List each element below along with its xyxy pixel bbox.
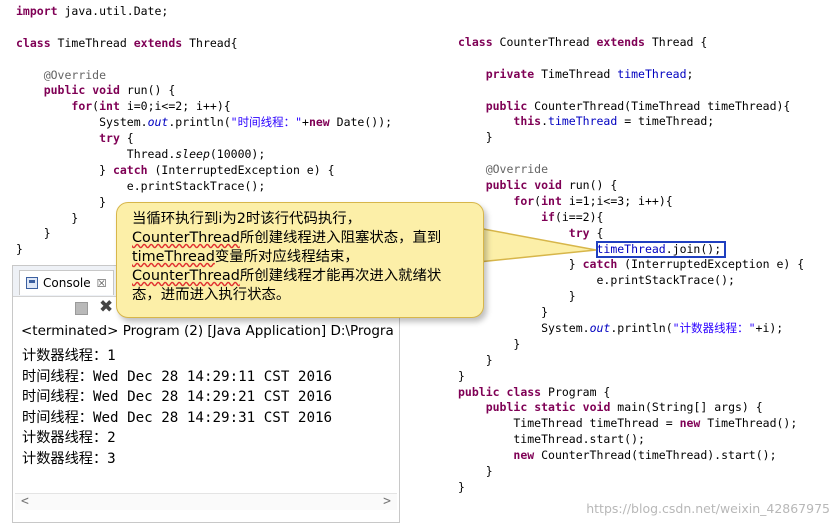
right-code-line: class CounterThread extends Thread { (458, 35, 708, 49)
console-output[interactable]: 计数器线程：1 时间线程：Wed Dec 28 14:29:11 CST 2016… (22, 346, 332, 470)
right-code-line (458, 83, 804, 99)
join-call-highlight-box (596, 241, 726, 258)
counterthread-program-source-code: class CounterThread extends Thread { pri… (458, 35, 804, 496)
terminate-button[interactable] (75, 302, 88, 315)
left-code-line: System.out.println("时间线程："+new Date()); (16, 115, 393, 130)
left-code-line (16, 52, 392, 68)
console-tab-label: Console (43, 276, 91, 290)
callout-line: 态，进而进入执行状态。 (132, 287, 291, 303)
right-code-line: private TimeThread timeThread; (485, 66, 694, 81)
callout-line: CounterThread所创建线程进入阻塞状态，直到 (132, 230, 442, 246)
scroll-right-arrow-icon[interactable]: > (383, 494, 391, 509)
console-output-line: 时间线程：Wed Dec 28 14:29:31 CST 2016 (22, 409, 333, 426)
left-code-line: try { (99, 131, 134, 146)
left-code-line (16, 20, 392, 36)
watermark: https://blog.csdn.net/weixin_42867975 (586, 501, 830, 516)
left-code-line: import java.util.Date; (16, 4, 169, 18)
right-code-line: e.printStackTrace(); (458, 273, 735, 288)
callout-line: timeThread变量所对应线程结束， (132, 249, 359, 265)
right-code-line: } (458, 368, 465, 383)
right-code-line: this.timeThread = timeThread; (513, 114, 715, 129)
console-output-line: 计数器线程：1 (22, 348, 116, 364)
right-code-line: } (458, 130, 493, 145)
right-code-line: TimeThread timeThread = new TimeThread()… (458, 416, 798, 431)
right-code-line: } (458, 479, 465, 494)
left-code-line: Thread.sleep(10000); (16, 147, 266, 162)
console-output-line: 计数器线程：3 (22, 450, 116, 467)
right-code-line: System.out.println("计数器线程："+i); (458, 321, 784, 336)
console-output-line: 计数器线程：2 (22, 430, 116, 447)
left-code-line: @Override (43, 67, 107, 82)
callout-line: CounterThread所创建线程才能再次进入就绪状 (132, 268, 442, 284)
right-code-line: public class Program { (458, 384, 611, 399)
callout-line: 当循环执行到i为2时该行代码执行， (132, 211, 362, 227)
console-output-line: 时间线程：Wed Dec 28 14:29:11 CST 2016 (22, 368, 333, 385)
right-code-line: public CounterThread(TimeThread timeThre… (485, 98, 791, 113)
explanation-callout: 当循环执行到i为2时该行代码执行， CounterThread所创建线程进入阻塞状… (116, 202, 484, 318)
horizontal-scrollbar[interactable]: < > (15, 493, 397, 510)
left-code-line: for(int i=0;i<=2; i++){ (71, 99, 231, 114)
left-code-line: e.printStackTrace(); (16, 178, 266, 193)
right-code-line: } (458, 289, 576, 304)
right-code-line: } (458, 464, 493, 479)
close-icon[interactable]: ☒ (97, 277, 107, 290)
right-code-line: } catch (InterruptedException e) { (458, 257, 805, 272)
right-code-line: } (458, 352, 493, 367)
right-code-line: } (458, 305, 549, 320)
remove-launch-button[interactable]: ✖ (99, 297, 113, 317)
right-code-line: public static void main(String[] args) { (485, 400, 763, 415)
right-code-line: timeThread.start(); (458, 432, 645, 447)
console-output-line: 时间线程：Wed Dec 28 14:29:21 CST 2016 (22, 389, 333, 406)
right-code-line: new CounterThread(timeThread).start(); (513, 448, 777, 463)
right-code-line (458, 146, 804, 162)
right-code-line (458, 51, 804, 67)
right-code-line: if(i==2){ (541, 209, 604, 224)
right-code-line: public void run() { (485, 178, 618, 193)
console-tab[interactable]: Console ☒ (19, 270, 114, 295)
right-code-line: try { (568, 225, 604, 240)
scroll-left-arrow-icon[interactable]: < (21, 494, 29, 509)
console-icon (26, 277, 38, 289)
left-code-line: } catch (InterruptedException e) { (16, 162, 335, 177)
right-code-line: for(int i=1;i<=3; i++){ (513, 193, 673, 208)
right-code-line: @Override (485, 162, 549, 177)
right-code-line: } (458, 336, 521, 351)
console-process-header: <terminated> Program (2) [Java Applicati… (21, 323, 394, 339)
left-code-line: class TimeThread extends Thread{ (16, 35, 238, 50)
left-code-line: public void run() { (43, 83, 176, 98)
